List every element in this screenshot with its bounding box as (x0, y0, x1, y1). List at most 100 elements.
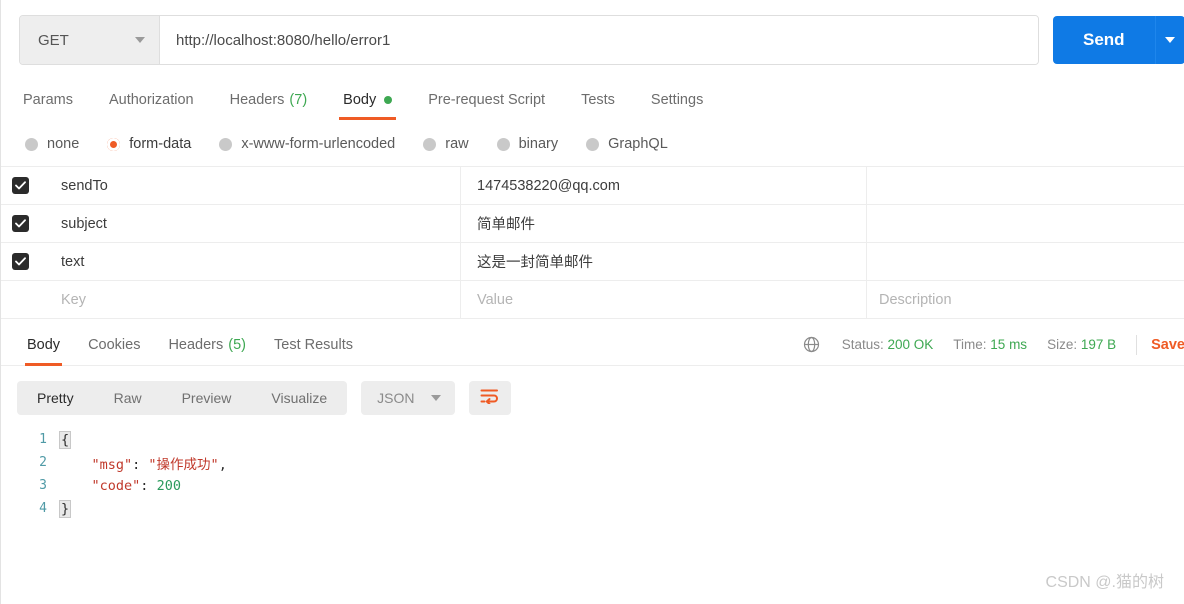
new-description-input[interactable]: Description (867, 281, 1184, 318)
radio-label: raw (445, 136, 469, 152)
radio-label: binary (518, 136, 559, 152)
view-mode-raw[interactable]: Raw (94, 381, 162, 415)
tab-authorization[interactable]: Authorization (109, 80, 194, 120)
tab-count: (7) (289, 92, 308, 108)
divider (1136, 334, 1138, 355)
radio-binary[interactable]: binary (496, 136, 559, 152)
tab-tests[interactable]: Tests (581, 80, 615, 120)
radio-x-www-form-urlencoded[interactable]: x-www-form-urlencoded (219, 136, 395, 152)
tab-label: Body (343, 92, 377, 108)
row-value-cell[interactable]: 1474538220@qq.com (461, 167, 867, 204)
row-description-cell[interactable] (867, 243, 1184, 280)
radio-selected-icon (107, 137, 121, 151)
response-tab-cookies[interactable]: Cookies (88, 324, 140, 366)
chevron-down-icon (135, 37, 145, 43)
brace-open: { (59, 430, 72, 449)
tab-label: Settings (650, 92, 704, 108)
send-button[interactable]: Send (1053, 16, 1156, 64)
new-key-input[interactable]: Key (39, 281, 461, 318)
row-checkbox[interactable] (1, 243, 39, 280)
table-row: subject 简单邮件 (1, 205, 1184, 243)
response-tab-test-results[interactable]: Test Results (274, 324, 353, 366)
tab-params[interactable]: Params (23, 80, 73, 120)
table-row: sendTo 1474538220@qq.com (1, 167, 1184, 205)
description-placeholder: Description (879, 291, 952, 308)
time-value: 15 ms (990, 337, 1028, 352)
response-tab-body[interactable]: Body (24, 324, 63, 366)
view-mode-pretty[interactable]: Pretty (17, 381, 94, 415)
tab-label: Tests (581, 92, 615, 108)
size-badge: Size: 197 B (1047, 337, 1116, 352)
radio-icon (219, 137, 233, 151)
new-value-input[interactable]: Value (461, 281, 867, 318)
tab-label: Params (23, 92, 73, 108)
size-label: Size: (1047, 337, 1078, 352)
response-tab-headers[interactable]: Headers (5) (168, 324, 246, 366)
radio-icon (25, 137, 38, 151)
checkbox-checked-icon (11, 215, 29, 232)
url-text: http://localhost:8080/hello/error1 (176, 31, 391, 49)
radio-none[interactable]: none (25, 136, 79, 152)
url-input[interactable]: http://localhost:8080/hello/error1 (160, 16, 1038, 64)
view-mode-visualize[interactable]: Visualize (251, 381, 347, 415)
row-key-cell[interactable]: text (39, 243, 461, 280)
checkbox-checked-icon (11, 177, 29, 194)
value-placeholder: Value (477, 291, 514, 308)
tab-settings[interactable]: Settings (651, 80, 703, 120)
checkbox-checked-icon (11, 253, 29, 270)
brace-close: } (59, 499, 72, 518)
radio-label: none (47, 136, 80, 152)
view-mode-preview[interactable]: Preview (162, 381, 252, 415)
response-format-select[interactable]: JSON (361, 381, 455, 415)
row-checkbox[interactable] (1, 167, 39, 204)
row-description-cell[interactable] (867, 167, 1184, 204)
row-key-cell[interactable]: sendTo (39, 167, 461, 204)
radio-graphql[interactable]: GraphQL (586, 136, 668, 152)
tab-count: (5) (228, 336, 246, 353)
code-line: 2 "msg": "操作成功", (1, 451, 1184, 474)
table-row: text 这是一封简单邮件 (1, 243, 1184, 281)
row-checkbox[interactable] (1, 205, 39, 242)
tab-pre-request-script[interactable]: Pre-request Script (428, 80, 545, 120)
radio-form-data[interactable]: form-data (107, 136, 191, 152)
tab-body[interactable]: Body (339, 80, 397, 120)
table-row-empty: Key Value Description (1, 281, 1184, 319)
http-method-value: GET (38, 31, 69, 49)
url-combo: GET http://localhost:8080/hello/error1 (19, 15, 1039, 65)
http-method-select[interactable]: GET (20, 16, 160, 64)
radio-icon (423, 137, 437, 151)
wrap-lines-button[interactable] (468, 381, 511, 415)
tab-label: Pre-request Script (428, 92, 546, 108)
json-key: "code" (91, 477, 141, 494)
key-placeholder: Key (61, 291, 86, 308)
globe-icon[interactable] (803, 336, 820, 353)
chevron-down-icon (1165, 37, 1176, 43)
send-options-button[interactable] (1155, 16, 1184, 64)
send-button-group: Send (1053, 16, 1184, 64)
line-number: 3 (39, 478, 47, 493)
row-checkbox-empty[interactable] (1, 281, 39, 318)
row-key-text: text (61, 253, 85, 270)
tab-label: Body (27, 336, 61, 353)
wrap-lines-icon (480, 388, 499, 409)
body-type-radio-group: none form-data x-www-form-urlencoded raw… (1, 126, 1184, 162)
response-status-area: Status: 200 OK Time: 15 ms Size: 197 B S… (803, 324, 1184, 366)
row-key-cell[interactable]: subject (39, 205, 461, 242)
time-label: Time: (953, 337, 987, 352)
response-body-code[interactable]: 1 { 2 "msg": "操作成功", 3 "code": 200 4 } (1, 428, 1184, 520)
radio-label: x-www-form-urlencoded (241, 136, 396, 152)
postman-window: GET http://localhost:8080/hello/error1 S… (0, 0, 1184, 604)
tab-headers[interactable]: Headers (7) (230, 80, 308, 120)
response-tabs: Body Cookies Headers (5) Test Results St… (1, 324, 1184, 366)
radio-icon (586, 137, 600, 151)
row-value-cell[interactable]: 简单邮件 (461, 205, 867, 242)
row-value-cell[interactable]: 这是一封简单邮件 (461, 243, 867, 280)
tab-label: Cookies (88, 336, 141, 353)
row-description-cell[interactable] (867, 205, 1184, 242)
tab-label: Headers (229, 92, 285, 108)
chevron-down-icon (430, 395, 441, 401)
radio-raw[interactable]: raw (423, 136, 469, 152)
save-response-link[interactable]: Save (1151, 337, 1184, 353)
